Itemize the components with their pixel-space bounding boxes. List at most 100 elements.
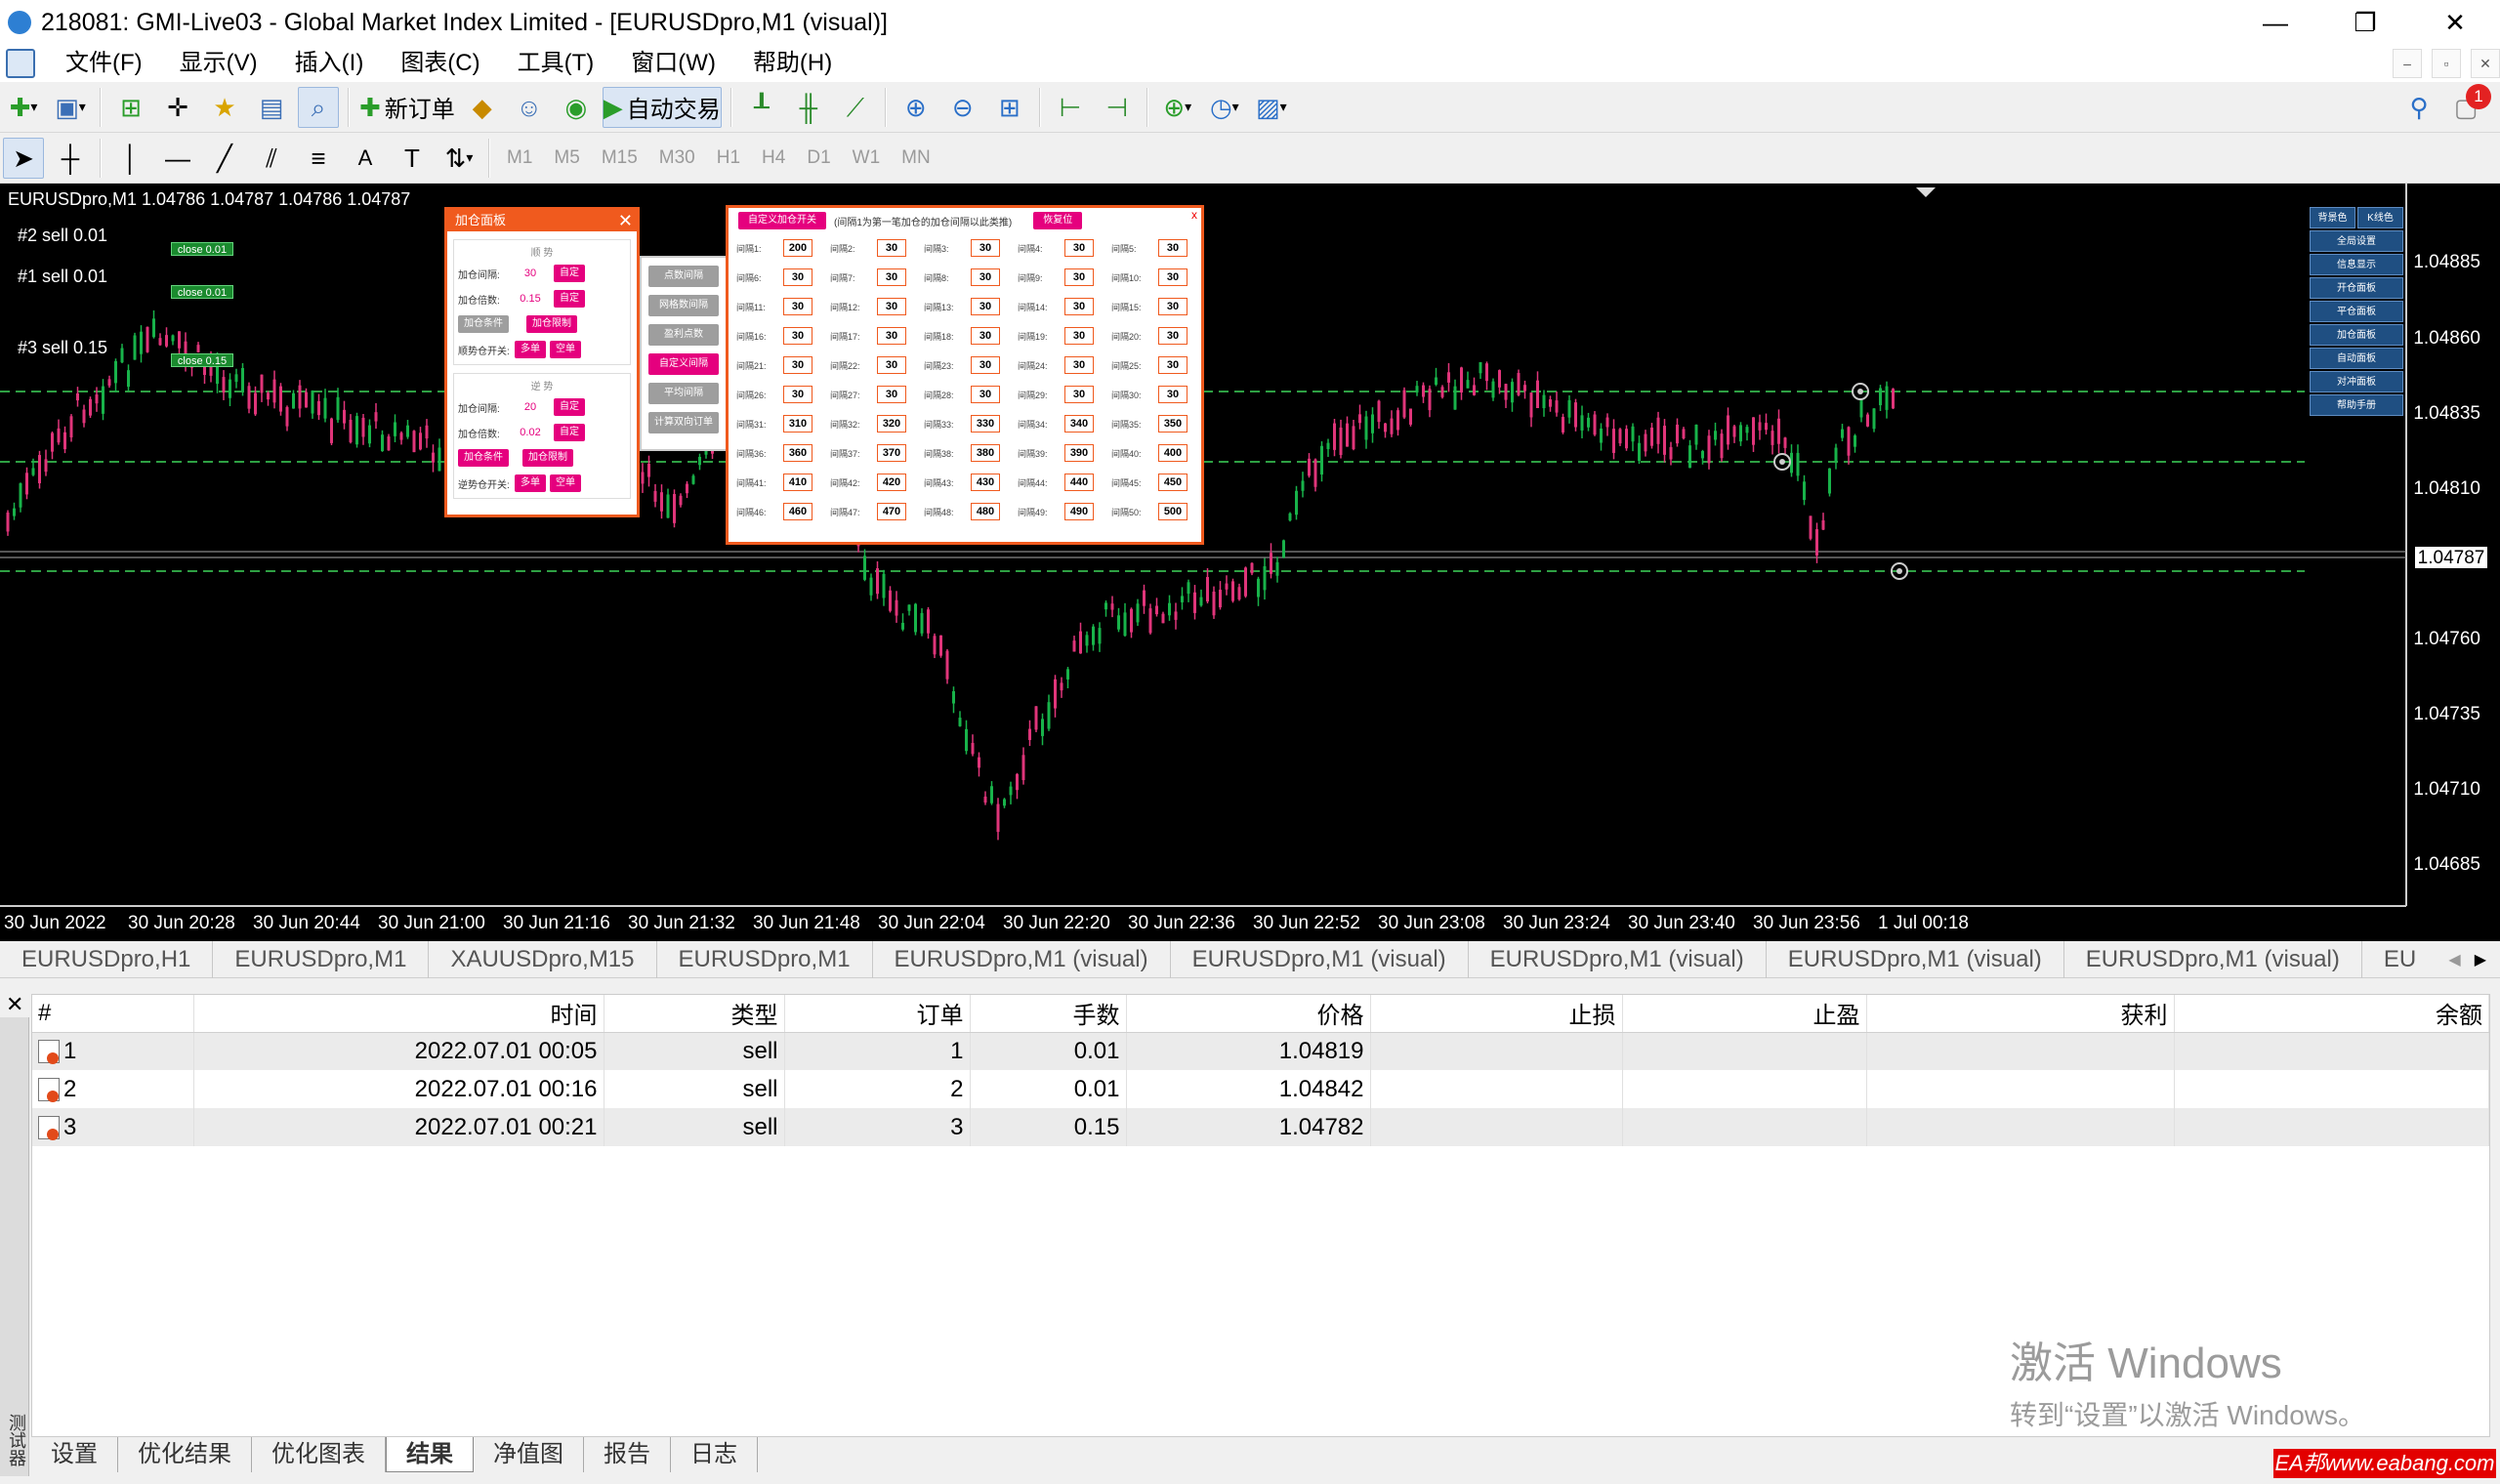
- interval-input[interactable]: 450: [1158, 474, 1188, 491]
- interval-input[interactable]: 30: [1158, 268, 1188, 286]
- column-header[interactable]: 止盈: [1622, 995, 1867, 1033]
- column-header[interactable]: 时间: [193, 995, 604, 1033]
- crosshair-button[interactable]: ┼: [50, 138, 91, 179]
- interval-input[interactable]: 30: [783, 386, 812, 403]
- chart-tab[interactable]: EURUSDpro,M1 (visual): [873, 940, 1171, 978]
- menu-file[interactable]: 文件(F): [47, 45, 161, 82]
- interval-input[interactable]: 30: [1158, 386, 1188, 403]
- close-button[interactable]: ✕: [2410, 0, 2500, 45]
- column-header[interactable]: 手数: [970, 995, 1127, 1033]
- tab-optimization-graph[interactable]: 优化图表: [252, 1437, 386, 1472]
- column-header[interactable]: 订单: [784, 995, 971, 1033]
- interval-input[interactable]: 480: [971, 503, 1000, 520]
- interval-input[interactable]: 30: [971, 327, 1000, 345]
- background-color-button[interactable]: 背景色: [2310, 207, 2355, 228]
- sell-toggle-button[interactable]: 空单: [550, 474, 581, 492]
- candle-color-button[interactable]: K线色: [2357, 207, 2403, 228]
- custom-interval-button[interactable]: 自定义间隔: [648, 353, 719, 375]
- indicators-button[interactable]: ⊕ ▾: [1157, 87, 1198, 128]
- navigator-button[interactable]: ★: [204, 87, 245, 128]
- minimize-button[interactable]: —: [2230, 0, 2320, 45]
- timeframe-m1[interactable]: M1: [496, 139, 543, 178]
- column-header[interactable]: 类型: [604, 995, 785, 1033]
- close-panel-button[interactable]: 平仓面板: [2310, 301, 2403, 322]
- timeframe-h4[interactable]: H4: [751, 139, 796, 178]
- timeframe-h1[interactable]: H1: [706, 139, 751, 178]
- calc-bidirectional-button[interactable]: 计算双向订单: [648, 412, 719, 433]
- interval-input[interactable]: 30: [783, 298, 812, 315]
- interval-input[interactable]: 30: [1158, 356, 1188, 374]
- menu-tools[interactable]: 工具(T): [499, 45, 613, 82]
- new-chart-button[interactable]: ✚ ▾: [3, 87, 44, 128]
- interval-input[interactable]: 30: [783, 268, 812, 286]
- buy-toggle-button[interactable]: 多单: [515, 341, 546, 358]
- interval-input[interactable]: 30: [511, 268, 550, 279]
- market-watch-button[interactable]: ⊞: [110, 87, 151, 128]
- chart-tab[interactable]: EU: [2362, 941, 2438, 978]
- auto-panel-button[interactable]: 自动面板: [2310, 348, 2403, 369]
- tab-settings[interactable]: 设置: [31, 1437, 118, 1472]
- interval-input[interactable]: 30: [1158, 239, 1188, 257]
- table-row[interactable]: 2 2022.07.01 00:16 sell 2 0.01 1.04842: [32, 1070, 2489, 1108]
- menu-window[interactable]: 窗口(W): [612, 45, 734, 82]
- interval-input[interactable]: 340: [1064, 415, 1094, 433]
- close-order-button[interactable]: close 0.15: [171, 353, 233, 367]
- chart-window[interactable]: EURUSDpro,M1 1.04786 1.04787 1.04786 1.0…: [0, 184, 2500, 941]
- point-interval-button[interactable]: 点数间隔: [648, 266, 719, 287]
- menu-help[interactable]: 帮助(H): [734, 45, 851, 82]
- interval-input[interactable]: 30: [783, 327, 812, 345]
- chart-tab[interactable]: XAUUSDpro,M15: [429, 940, 657, 978]
- custom-button[interactable]: 自定: [554, 424, 585, 441]
- candlestick-button[interactable]: ╫: [788, 87, 829, 128]
- profiles-button[interactable]: ▣ ▾: [50, 87, 91, 128]
- interval-input[interactable]: 30: [1064, 356, 1094, 374]
- interval-input[interactable]: 500: [1158, 503, 1188, 520]
- chart-tab[interactable]: EURUSDpro,M1 (visual): [1767, 940, 2064, 978]
- close-icon[interactable]: ✕: [618, 210, 633, 231]
- search-button[interactable]: ⚲: [2398, 87, 2439, 128]
- chart-tab[interactable]: EURUSDpro,M1 (visual): [1469, 940, 1767, 978]
- interval-input[interactable]: 320: [877, 415, 906, 433]
- interval-input[interactable]: 30: [971, 356, 1000, 374]
- limit-button[interactable]: 加仓限制: [522, 449, 573, 467]
- interval-input[interactable]: 30: [1158, 298, 1188, 315]
- interval-input[interactable]: 380: [971, 444, 1000, 462]
- chart-tab[interactable]: EURUSDpro,M1: [213, 940, 430, 978]
- document-icon[interactable]: [6, 49, 35, 78]
- tab-scroll-right-icon[interactable]: ▶: [2475, 950, 2486, 969]
- column-header[interactable]: 获利: [1866, 995, 2175, 1033]
- interval-input[interactable]: 460: [783, 503, 812, 520]
- line-chart-button[interactable]: ⟋: [835, 87, 876, 128]
- terminal-button[interactable]: ▤: [251, 87, 292, 128]
- table-row[interactable]: 3 2022.07.01 00:21 sell 3 0.15 1.04782: [32, 1108, 2489, 1146]
- restore-button[interactable]: ❐: [2320, 0, 2410, 45]
- zoom-in-button[interactable]: ⊕: [896, 87, 937, 128]
- interval-input[interactable]: 400: [1158, 444, 1188, 462]
- custom-button[interactable]: 自定: [554, 398, 585, 416]
- auto-trading-button[interactable]: ▶ 自动交易: [602, 86, 722, 128]
- chart-tab[interactable]: EURUSDpro,H1: [0, 940, 214, 978]
- tab-equity-graph[interactable]: 净值图: [474, 1437, 584, 1472]
- fibonacci-button[interactable]: ≡: [298, 138, 339, 179]
- interval-input[interactable]: 30: [877, 386, 906, 403]
- custom-add-toggle-button[interactable]: 自定义加仓开关: [738, 212, 826, 229]
- bar-chart-button[interactable]: ┸: [741, 87, 782, 128]
- interval-input[interactable]: 330: [971, 415, 1000, 433]
- zoom-out-button[interactable]: ⊖: [942, 87, 983, 128]
- interval-input[interactable]: 30: [783, 356, 812, 374]
- timeframe-mn[interactable]: MN: [891, 139, 941, 178]
- timeframe-m30[interactable]: M30: [648, 139, 706, 178]
- timeframe-d1[interactable]: D1: [796, 139, 841, 178]
- vertical-line-button[interactable]: │: [110, 138, 151, 179]
- close-icon[interactable]: x: [1191, 208, 1197, 222]
- grid-interval-button[interactable]: 网格数间隔: [648, 295, 719, 316]
- column-header[interactable]: 止损: [1370, 995, 1623, 1033]
- vps-button[interactable]: ◉: [556, 87, 597, 128]
- metaeditor-button[interactable]: ◆: [462, 87, 503, 128]
- chart-tab[interactable]: EURUSDpro,M1 (visual): [2064, 940, 2362, 978]
- text-label-button[interactable]: T: [392, 138, 433, 179]
- price-chart[interactable]: [0, 184, 2500, 941]
- info-display-button[interactable]: 信息显示: [2310, 254, 2403, 275]
- interval-input[interactable]: 30: [877, 298, 906, 315]
- table-row[interactable]: 1 2022.07.01 00:05 sell 1 0.01 1.04819: [32, 1032, 2489, 1070]
